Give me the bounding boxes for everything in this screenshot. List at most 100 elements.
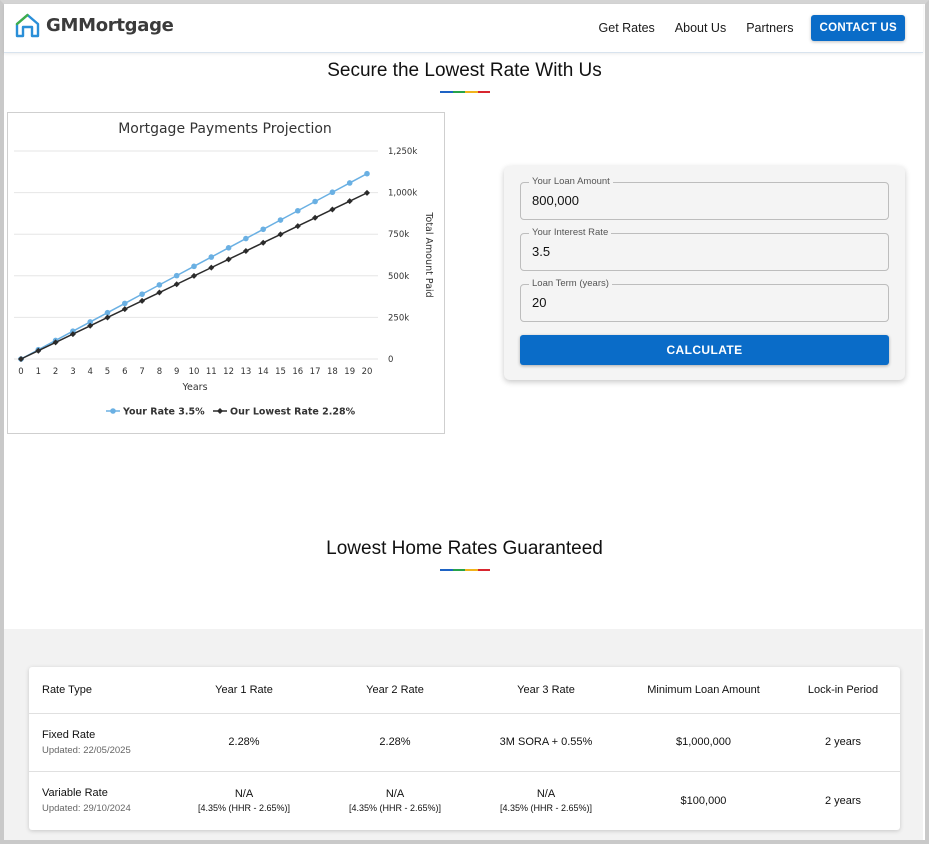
brand-name: GMMortgage: [46, 15, 174, 36]
chart-legend[interactable]: Your Rate 3.5% Our Lowest Rate 2.28%: [106, 407, 356, 418]
loan-term-input[interactable]: [532, 295, 872, 310]
rate-updated-date: Updated: 22/05/2025: [42, 744, 131, 756]
year3-rate-cell: 3M SORA + 0.55%: [471, 713, 621, 772]
chart-y-axis-label: Total Amount Paid: [423, 211, 434, 297]
interest-rate-field[interactable]: Your Interest Rate: [520, 227, 889, 271]
data-point: [122, 300, 128, 307]
underline-segment: [440, 569, 453, 571]
year3-rate-detail: [4.35% (HHR - 2.65%)]: [499, 803, 593, 814]
year2-rate-detail: [4.35% (HHR - 2.65%)]: [348, 803, 442, 814]
nav-get-rates[interactable]: Get Rates: [599, 21, 655, 35]
data-point: [18, 356, 24, 362]
header-year1-rate: Year 1 Rate: [169, 667, 319, 714]
x-tick-label: 19: [344, 367, 355, 377]
header-year3-rate: Year 3 Rate: [471, 667, 621, 714]
loan-term-field[interactable]: Loan Term (years): [520, 278, 889, 322]
data-point: [329, 206, 336, 213]
year3-rate-value: N/A: [536, 788, 556, 801]
x-tick-label: 20: [362, 367, 373, 377]
calculate-button[interactable]: CALCULATE: [520, 335, 889, 365]
mortgage-projection-chart: Mortgage Payments Projection 0250k500k75…: [14, 121, 434, 418]
underline-segment: [465, 91, 478, 93]
title-underline-1: [440, 91, 490, 93]
table-row: Fixed Rate Updated: 22/05/2025 2.28% 2.2…: [29, 713, 900, 772]
x-tick-label: 3: [70, 367, 75, 377]
x-tick-label: 4: [87, 367, 92, 377]
data-point: [156, 289, 163, 296]
underline-segment: [465, 569, 478, 571]
x-tick-label: 7: [139, 367, 144, 377]
data-point: [312, 214, 319, 221]
nav-partners[interactable]: Partners: [746, 21, 793, 35]
rate-type-name: Fixed Rate: [42, 728, 96, 741]
brand-logo[interactable]: GMMortgage: [15, 13, 174, 38]
data-point: [104, 314, 111, 321]
rate-type-name: Variable Rate: [42, 787, 108, 800]
data-point: [139, 297, 146, 304]
data-point: [173, 272, 180, 279]
underline-segment: [477, 569, 490, 571]
year1-rate-detail: [4.35% (HHR - 2.65%)]: [197, 803, 291, 814]
underline-segment: [477, 91, 490, 93]
header-lock-in: Lock-in Period: [786, 667, 900, 714]
chart-x-axis-label: Years: [181, 382, 207, 393]
x-tick-label: 0: [18, 367, 23, 377]
year2-rate-value: N/A: [385, 788, 405, 801]
data-point: [225, 256, 232, 263]
legend-marker: [110, 408, 116, 414]
rate-updated-date: Updated: 29/10/2024: [42, 803, 131, 815]
contact-us-button[interactable]: CONTACT US: [811, 15, 905, 41]
data-point: [364, 189, 370, 196]
x-tick-label: 5: [105, 367, 110, 377]
data-point: [312, 198, 318, 205]
nav-about-us[interactable]: About Us: [675, 21, 726, 35]
y-tick-label: 0: [388, 355, 393, 365]
min-loan-cell: $100,000: [680, 794, 727, 807]
data-point: [191, 272, 197, 279]
y-tick-label: 250k: [388, 313, 409, 323]
data-point: [329, 189, 336, 196]
rate-type-cell: Fixed Rate Updated: 22/05/2025: [29, 713, 169, 772]
data-point: [208, 264, 215, 271]
x-tick-label: 10: [189, 367, 200, 377]
data-point: [208, 254, 215, 260]
data-point: [191, 263, 197, 270]
loan-amount-label: Your Loan Amount: [529, 176, 613, 187]
data-point: [346, 198, 353, 205]
data-point: [225, 245, 232, 251]
y-tick-label: 1,000k: [388, 189, 417, 199]
interest-rate-input[interactable]: [532, 244, 872, 259]
data-point: [346, 180, 353, 186]
x-tick-label: 14: [258, 367, 269, 377]
data-point: [156, 282, 163, 288]
section-title-secure-rate: Secure the Lowest Rate With Us: [327, 60, 602, 81]
main-nav: Get Rates About Us Partners CONTACT US: [579, 15, 905, 41]
year1-rate-cell: N/A [4.35% (HHR - 2.65%)]: [169, 771, 319, 830]
header-year2-rate: Year 2 Rate: [319, 667, 471, 714]
x-tick-label: 13: [240, 367, 251, 377]
data-point: [277, 231, 284, 238]
data-point: [173, 281, 180, 288]
x-tick-label: 6: [122, 367, 127, 377]
data-point: [277, 217, 284, 223]
data-point: [243, 235, 249, 242]
lock-in-cell: 2 years: [824, 794, 862, 807]
loan-amount-input[interactable]: [532, 193, 872, 208]
legend-label: Your Rate 3.5%: [122, 407, 205, 418]
y-tick-label: 1,250k: [388, 147, 417, 157]
loan-amount-field[interactable]: Your Loan Amount: [520, 176, 889, 220]
min-loan-cell: $1,000,000: [621, 713, 786, 772]
chart-x-ticks: 0 1 2 3 4 5 6 7 8 9 10 11 12 13 14 15 16 17 18 19 20: [18, 367, 372, 377]
data-point: [242, 248, 249, 255]
house-logo-icon: [15, 13, 40, 38]
year1-rate-cell: 2.28%: [169, 713, 319, 772]
lock-in-cell: 2 years: [786, 713, 900, 772]
data-point: [295, 207, 301, 214]
rates-table-card: Rate Type Year 1 Rate Year 2 Rate Year 3…: [29, 667, 900, 830]
x-tick-label: 15: [275, 367, 286, 377]
underline-segment: [440, 91, 453, 93]
chart-y-ticks: 0 250k 500k 750k 1,000k 1,250k: [388, 147, 417, 365]
year3-rate-cell: N/A [4.35% (HHR - 2.65%)]: [471, 771, 621, 830]
x-tick-label: 8: [157, 367, 162, 377]
x-tick-label: 11: [206, 367, 217, 377]
